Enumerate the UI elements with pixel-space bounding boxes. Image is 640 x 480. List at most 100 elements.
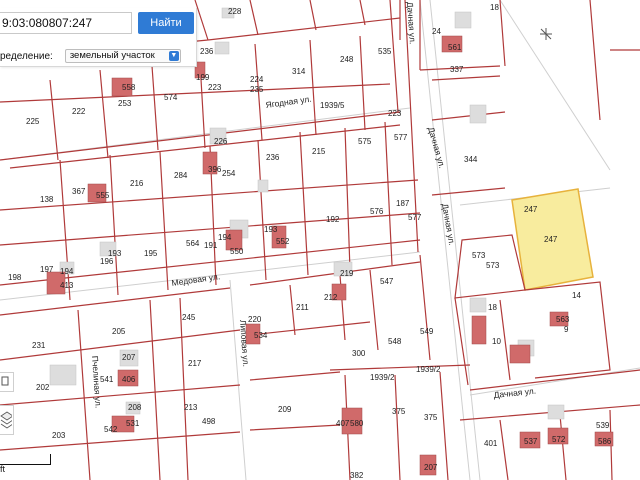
parcel-label: 396 — [208, 165, 222, 174]
parcel-label: 548 — [388, 337, 402, 346]
parcel-label: 224 — [250, 75, 264, 84]
cadastral-number-input[interactable] — [0, 12, 132, 34]
chevron-down-icon: ▼ — [168, 51, 179, 61]
parcel-label: 586 — [598, 437, 612, 446]
parcel-label: 367 — [72, 187, 86, 196]
parcel-label: 199 — [196, 73, 210, 82]
parcel-label: 572 — [552, 435, 566, 444]
purpose-selected-value: земельный участок — [69, 50, 155, 61]
parcel-label: 197 — [40, 265, 54, 274]
parcel-label: 235 — [250, 85, 264, 94]
scale-unit: ft — [0, 464, 6, 474]
parcel-label: 531 — [126, 419, 140, 428]
parcel-label: 552 — [276, 237, 290, 246]
parcel-label: 222 — [72, 107, 86, 116]
parcel-label: 211 — [296, 303, 309, 312]
parcel-label: 547 — [380, 277, 394, 286]
parcel-label: 537 — [524, 437, 538, 446]
parcel-label: 220 — [248, 315, 262, 324]
parcel-label: 550 — [230, 247, 244, 256]
purpose-row: ределение: земельный участок ▼ — [0, 48, 181, 64]
parcel-label: 225 — [26, 117, 40, 126]
parcel-label: 24 — [432, 27, 441, 36]
parcel-label: 216 — [130, 179, 144, 188]
parcel-label: 337 — [450, 65, 464, 74]
parcel-label: 203 — [52, 431, 66, 440]
parcel-label: 382 — [350, 471, 364, 480]
scale-bar — [0, 454, 51, 465]
parcel-label: 236 — [266, 153, 280, 162]
parcel-label: 223 — [208, 83, 222, 92]
parcel-label: 1939/2 — [416, 365, 441, 374]
parcel-label: 245 — [182, 313, 196, 322]
purpose-label: ределение: — [0, 50, 53, 62]
parcel-label: 564 — [186, 239, 200, 248]
parcel-label: 192 — [326, 215, 340, 224]
street-medovaya: Медовая ул. — [171, 271, 221, 288]
parcel-label: 375 — [392, 407, 406, 416]
parcel-label: 196 — [100, 257, 114, 266]
parcel-label: 539 — [596, 421, 610, 430]
layers-button[interactable] — [0, 405, 14, 435]
parcel-label: 573 — [486, 261, 500, 270]
parcel-label: 247 — [524, 205, 538, 214]
parcel-label: 191 — [204, 241, 218, 250]
parcel-label: 219 — [340, 269, 354, 278]
parcel-label: 202 — [36, 383, 50, 392]
find-button[interactable]: Найти — [138, 12, 194, 34]
parcel-label: 534 — [254, 331, 268, 340]
parcel-label: 212 — [324, 293, 338, 302]
parcel-label: 407 — [336, 419, 350, 428]
parcel-label: 198 — [8, 273, 22, 282]
parcel-label: 207 — [424, 463, 438, 472]
street-lipovaya: Липовая ул. — [238, 319, 251, 367]
parcel-label: 375 — [424, 413, 438, 422]
parcel-label: 236 — [200, 47, 214, 56]
parcel-label: 344 — [464, 155, 478, 164]
parcel-label: 577 — [394, 133, 408, 142]
parcel-label: 213 — [184, 403, 198, 412]
parcel-label: 541 — [100, 375, 114, 384]
parcel-label: 576 — [370, 207, 384, 216]
parcel-label: 226 — [214, 137, 228, 146]
parcel-label: 253 — [118, 99, 132, 108]
parcel-label: 223 — [388, 109, 402, 118]
crosshair-icon — [1, 376, 9, 386]
cadastral-map[interactable]: Ягодная ул. Медовая ул. Липовая ул. Дачн… — [0, 0, 640, 480]
locate-button[interactable] — [0, 372, 14, 392]
street-dachnaya-low: Дачная ул. — [440, 203, 457, 247]
purpose-select[interactable]: земельный участок ▼ — [64, 49, 181, 63]
parcel-label: 558 — [122, 83, 136, 92]
parcel-label: 247 — [544, 235, 558, 244]
parcel-label: 193 — [264, 225, 278, 234]
parcel-label: 284 — [174, 171, 188, 180]
parcel-label: 1939/2 — [370, 373, 395, 382]
parcel-label: 195 — [144, 249, 158, 258]
parcel-label: 208 — [128, 403, 142, 412]
search-panel: Найти ределение: земельный участок ▼ — [0, 8, 197, 67]
parcel-label: 574 — [164, 93, 178, 102]
parcel-label: 217 — [188, 359, 202, 368]
parcel-label: 254 — [222, 169, 236, 178]
parcel-label: 194 — [218, 233, 232, 242]
parcel-label: 187 — [396, 199, 410, 208]
parcel-label: 401 — [484, 439, 498, 448]
layers-icon — [0, 411, 14, 429]
parcel-label: 542 — [104, 425, 118, 434]
parcel-label: 406 — [122, 375, 136, 384]
parcel-label: 498 — [202, 417, 216, 426]
parcel-label: 1939/5 — [320, 101, 345, 110]
parcel-label: 549 — [420, 327, 434, 336]
parcel-label: 314 — [292, 67, 306, 76]
parcel-label: 14 — [572, 291, 581, 300]
parcel-label: 577 — [408, 213, 422, 222]
parcel-label: 138 — [40, 195, 54, 204]
parcel-label: 215 — [312, 147, 326, 156]
parcel-label: 231 — [32, 341, 46, 350]
parcel-label: 10 — [492, 337, 501, 346]
parcel-label: 205 — [112, 327, 126, 336]
parcel-label: 209 — [278, 405, 292, 414]
parcel-label: 194 — [60, 267, 74, 276]
parcel-label: 207 — [122, 353, 136, 362]
parcel-label: 573 — [472, 251, 486, 260]
